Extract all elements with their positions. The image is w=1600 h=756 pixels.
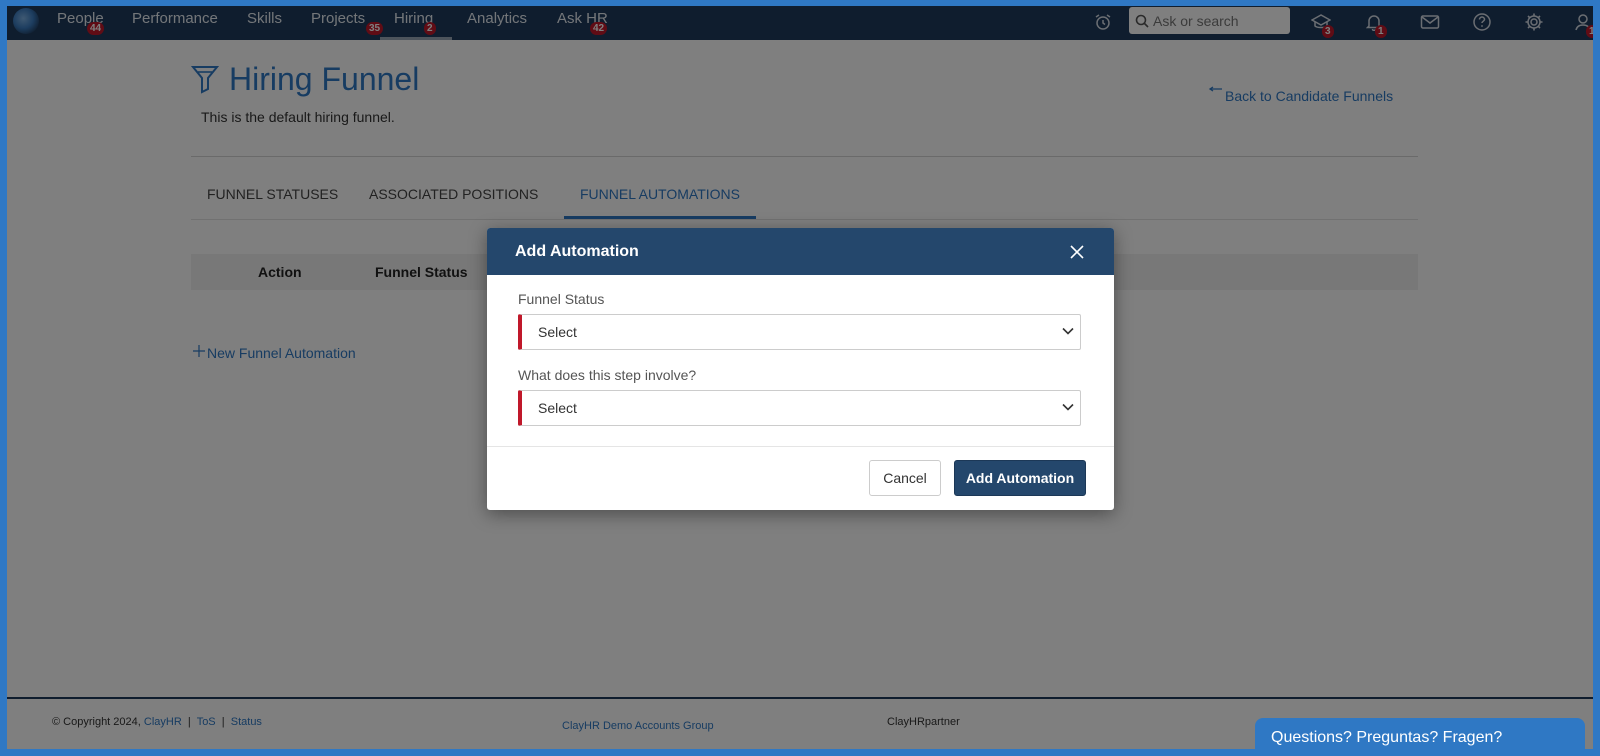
funnel-status-label: Funnel Status bbox=[518, 291, 605, 307]
dialog-footer: Cancel Add Automation bbox=[487, 446, 1114, 510]
funnel-status-select-wrapper: Select bbox=[518, 314, 1081, 350]
step-involve-label: What does this step involve? bbox=[518, 367, 697, 383]
dialog-body: Funnel Status Select What does this step… bbox=[487, 275, 1114, 426]
support-chat-button[interactable]: Questions? Preguntas? Fragen? bbox=[1255, 718, 1585, 749]
step-involve-select-wrapper: Select bbox=[518, 390, 1081, 426]
cancel-button[interactable]: Cancel bbox=[869, 460, 941, 496]
dialog-header: Add Automation bbox=[487, 228, 1114, 275]
close-icon[interactable] bbox=[1068, 243, 1086, 261]
funnel-status-select[interactable]: Select bbox=[522, 315, 1080, 349]
add-automation-button[interactable]: Add Automation bbox=[954, 460, 1086, 496]
dialog-title: Add Automation bbox=[515, 242, 639, 260]
app-frame: People 44 Performance Skills Projects 35… bbox=[7, 6, 1593, 749]
add-automation-dialog: Add Automation Funnel Status Select What… bbox=[487, 228, 1114, 510]
step-involve-select[interactable]: Select bbox=[522, 391, 1080, 425]
